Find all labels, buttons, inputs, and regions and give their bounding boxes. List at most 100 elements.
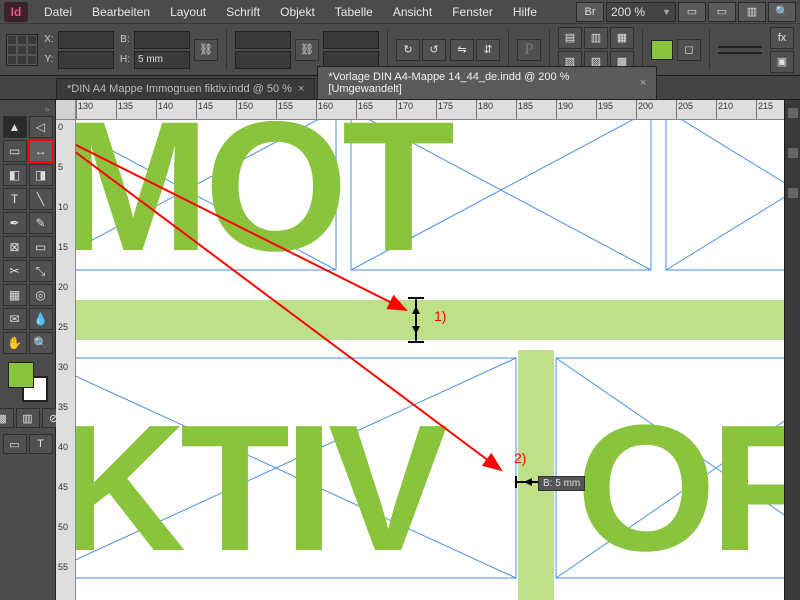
gradient-swatch-tool[interactable]: ▦ — [3, 284, 27, 306]
align-icon-2[interactable]: ▥ — [584, 27, 608, 49]
rotate-field[interactable] — [323, 31, 379, 49]
selection-tool[interactable]: ▲ — [3, 116, 27, 138]
horizontal-ruler[interactable]: 1301351401451501551601651701751801851901… — [76, 100, 800, 120]
menu-bearbeiten[interactable]: Bearbeiten — [82, 1, 160, 23]
menu-layout[interactable]: Layout — [160, 1, 216, 23]
scale-y-field[interactable] — [235, 51, 291, 69]
panel-icon[interactable] — [788, 188, 798, 198]
search-icon[interactable]: 🔍 — [768, 2, 796, 22]
menu-tabelle[interactable]: Tabelle — [325, 1, 383, 23]
stroke-swatch[interactable]: ◻ — [677, 39, 701, 61]
gap-measure-tooltip: B: 5 mm — [538, 476, 585, 491]
canvas-area[interactable]: 1301351401451501551601651701751801851901… — [56, 100, 800, 600]
tool-panel: » ▲ ◁ ▭ ↔ ◧ ◨ T ╲ ✒ ✎ ⊠ ▭ ✂ ⤡ ▦ ◎ ✉ 💧 ✋ … — [0, 100, 56, 600]
document-canvas[interactable]: MOT KTIV OF — [76, 120, 800, 600]
document-tab-label: *Vorlage DIN A4-Mappe 14_44_de.indd @ 20… — [328, 71, 634, 95]
fill-stroke-proxy[interactable] — [8, 362, 48, 402]
screen-mode-button[interactable]: ▭ — [708, 2, 736, 22]
right-panel-strip[interactable] — [784, 100, 800, 600]
rotate-cw-icon[interactable]: ↻ — [396, 39, 420, 61]
apply-color-icon[interactable]: ▩ — [0, 408, 14, 428]
rectangle-tool[interactable]: ▭ — [29, 236, 53, 258]
align-icon-3[interactable]: ▦ — [610, 27, 634, 49]
fill-swatch[interactable] — [651, 40, 673, 60]
vertical-gap-band — [518, 350, 554, 600]
menubar: Id Datei Bearbeiten Layout Schrift Objek… — [0, 0, 800, 24]
annotation-label-1: 1) — [434, 308, 446, 324]
align-icon-1[interactable]: ▤ — [558, 27, 582, 49]
ruler-origin[interactable] — [56, 100, 76, 120]
wrap-icon[interactable]: ▣ — [770, 51, 794, 73]
type-tool[interactable]: T — [3, 188, 27, 210]
rectangle-frame-tool[interactable]: ⊠ — [3, 236, 27, 258]
bridge-button[interactable]: Br — [576, 2, 604, 22]
pencil-tool[interactable]: ✎ — [29, 212, 53, 234]
panel-icon[interactable] — [788, 148, 798, 158]
document-tab-label: *DIN A4 Mappe Immogruen fiktiv.indd @ 50… — [67, 83, 292, 95]
menu-hilfe[interactable]: Hilfe — [503, 1, 547, 23]
document-page[interactable]: MOT KTIV OF — [76, 120, 800, 600]
app-icon: Id — [4, 2, 28, 22]
menu-datei[interactable]: Datei — [34, 1, 82, 23]
stroke-weight-field[interactable] — [718, 46, 762, 48]
menu-schrift[interactable]: Schrift — [216, 1, 270, 23]
link-dims-icon[interactable]: ⛓ — [194, 39, 218, 61]
reference-point-grid[interactable] — [6, 34, 38, 66]
note-tool[interactable]: ✉ — [3, 308, 27, 330]
zoom-tool[interactable]: 🔍 — [29, 332, 53, 354]
apply-gradient-icon[interactable]: ▥ — [16, 408, 40, 428]
canvas-text-bottom-left: KTIV — [76, 388, 447, 589]
annotation-label-2: 2) — [514, 450, 526, 466]
content-collector-tool[interactable]: ◧ — [3, 164, 27, 186]
chevron-down-icon: ▼ — [662, 7, 671, 17]
y-field[interactable] — [58, 51, 114, 69]
preview-view-icon[interactable]: T — [29, 434, 53, 454]
height-field[interactable] — [134, 51, 190, 69]
eyedropper-tool[interactable]: 💧 — [29, 308, 53, 330]
y-label: Y: — [42, 54, 56, 65]
flip-v-icon[interactable]: ⇵ — [476, 39, 500, 61]
document-tab-bar: *DIN A4 Mappe Immogruen fiktiv.indd @ 50… — [0, 76, 800, 100]
close-icon[interactable]: × — [298, 83, 304, 95]
link-scale-icon[interactable]: ⛓ — [295, 39, 319, 61]
menu-objekt[interactable]: Objekt — [270, 1, 325, 23]
gradient-feather-tool[interactable]: ◎ — [29, 284, 53, 306]
fill-proxy[interactable] — [8, 362, 34, 388]
scale-x-field[interactable] — [235, 31, 291, 49]
content-placer-tool[interactable]: ◨ — [29, 164, 53, 186]
paragraph-style-icon[interactable]: P — [517, 39, 541, 61]
scissors-tool[interactable]: ✂ — [3, 260, 27, 282]
menu-fenster[interactable]: Fenster — [442, 1, 503, 23]
rotate-ccw-icon[interactable]: ↺ — [422, 39, 446, 61]
width-field[interactable] — [134, 31, 190, 49]
hand-tool[interactable]: ✋ — [3, 332, 27, 354]
b-label: B: — [118, 34, 132, 45]
flip-h-icon[interactable]: ⇋ — [450, 39, 474, 61]
menu-ansicht[interactable]: Ansicht — [383, 1, 442, 23]
canvas-text-bottom-right: OF — [576, 388, 800, 589]
page-tool[interactable]: ▭ — [3, 140, 27, 162]
arrange-button[interactable]: ▥ — [738, 2, 766, 22]
pen-tool[interactable]: ✒ — [3, 212, 27, 234]
stroke-style-field[interactable] — [718, 52, 762, 54]
view-options-button[interactable]: ▭ — [678, 2, 706, 22]
canvas-text-top: MOT — [76, 120, 454, 290]
h-label: H: — [118, 54, 132, 65]
document-tab-1[interactable]: *DIN A4 Mappe Immogruen fiktiv.indd @ 50… — [56, 78, 315, 99]
normal-view-icon[interactable]: ▭ — [3, 434, 27, 454]
document-tab-2[interactable]: *Vorlage DIN A4-Mappe 14_44_de.indd @ 20… — [317, 66, 657, 99]
zoom-level-field[interactable]: 200 % ▼ — [606, 2, 676, 22]
close-icon[interactable]: × — [640, 77, 646, 89]
zoom-value: 200 % — [611, 5, 645, 19]
vertical-ruler[interactable]: 051015202530354045505560 — [56, 120, 76, 600]
x-label: X: — [42, 34, 56, 45]
gap-tool[interactable]: ↔ — [29, 140, 53, 162]
fx-icon[interactable]: fx — [770, 27, 794, 49]
free-transform-tool[interactable]: ⤡ — [29, 260, 53, 282]
line-tool[interactable]: ╲ — [29, 188, 53, 210]
panel-icon[interactable] — [788, 108, 798, 118]
direct-selection-tool[interactable]: ◁ — [29, 116, 53, 138]
panel-collapse-icon[interactable]: » — [44, 104, 49, 112]
workspace: » ▲ ◁ ▭ ↔ ◧ ◨ T ╲ ✒ ✎ ⊠ ▭ ✂ ⤡ ▦ ◎ ✉ 💧 ✋ … — [0, 100, 800, 600]
x-field[interactable] — [58, 31, 114, 49]
